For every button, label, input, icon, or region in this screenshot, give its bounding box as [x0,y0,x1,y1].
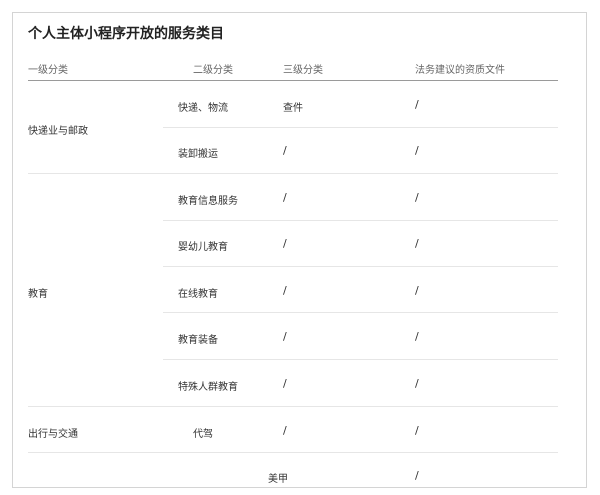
table-row-7-docs: / [415,424,419,437]
document-frame: 个人主体小程序开放的服务类目 一级分类 二级分类 三级分类 法务建议的资质文件 … [12,12,587,488]
table-row-0-level2: 快递、物流 [178,103,228,114]
header-level1: 一级分类 [28,65,68,76]
table-row-6-level3: / [283,377,287,390]
row-divider [163,220,558,221]
header-divider [28,80,558,81]
table-row-0-docs: / [415,98,419,111]
table-row-4-docs: / [415,284,419,297]
table-row-8-level3: 美甲 [268,474,288,485]
header-level3: 三级分类 [283,65,323,76]
row-divider [163,359,558,360]
row-divider [163,312,558,313]
table-row-6-docs: / [415,377,419,390]
table-row-8-docs: / [415,469,419,482]
row-divider [28,452,558,453]
table-row-2-level2: 教育信息服务 [178,196,238,207]
table-row-0-level3: 查件 [283,103,303,114]
table-row-2-level3: / [283,191,287,204]
group-cell-education: 教育 [28,289,48,300]
row-divider [163,266,558,267]
group-cell-express: 快递业与邮政 [28,126,88,137]
table-row-6-level2: 特殊人群教育 [178,382,238,393]
row-divider [163,127,558,128]
table-row-1-level3: / [283,144,287,157]
table-row-7-level2: 代驾 [193,429,213,440]
table-row-1-docs: / [415,144,419,157]
table-row-1-level2: 装卸搬运 [178,149,218,160]
page-title: 个人主体小程序开放的服务类目 [28,26,224,42]
table-row-7-level3: / [283,424,287,437]
table-row-2-docs: / [415,191,419,204]
group-cell-transport: 出行与交通 [28,429,78,440]
row-divider [28,406,558,407]
table-row-3-level3: / [283,237,287,250]
table-row-5-level3: / [283,330,287,343]
table-row-3-docs: / [415,237,419,250]
table-row-4-level3: / [283,284,287,297]
header-level2: 二级分类 [193,65,233,76]
table-row-3-level2: 婴幼儿教育 [178,242,228,253]
header-docs: 法务建议的资质文件 [415,65,505,76]
row-divider [28,173,558,174]
table-row-4-level2: 在线教育 [178,289,218,300]
table-row-5-level2: 教育装备 [178,335,218,346]
table-row-5-docs: / [415,330,419,343]
